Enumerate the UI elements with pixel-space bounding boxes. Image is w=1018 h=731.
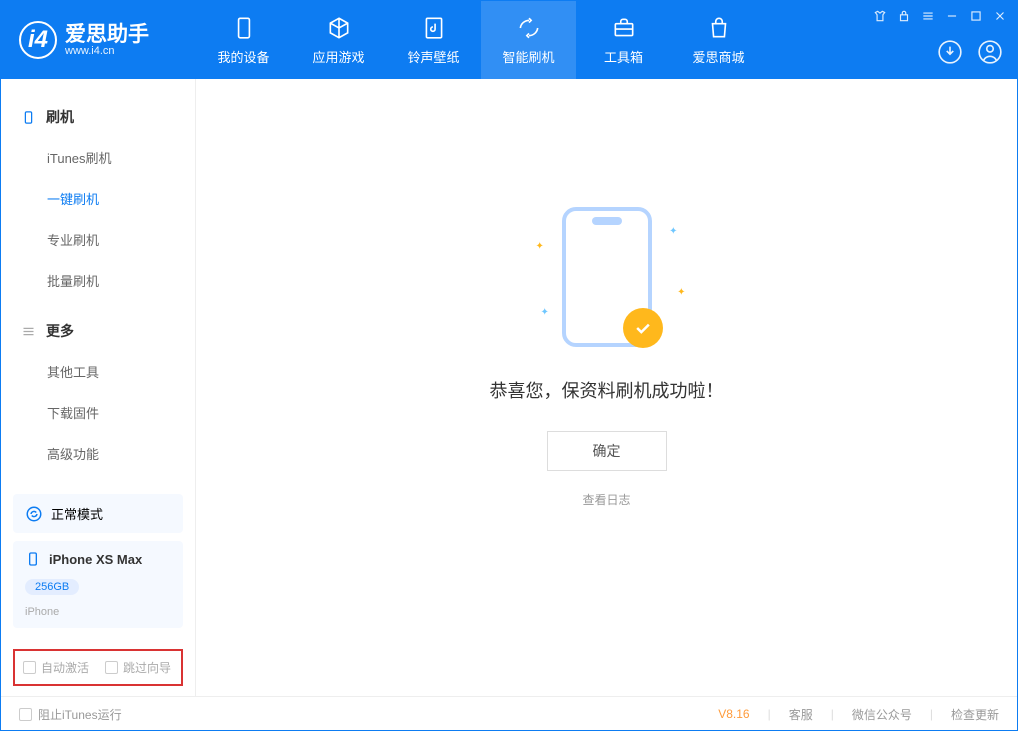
success-check-icon <box>623 308 663 348</box>
phone-small-icon <box>25 551 41 567</box>
success-message: 恭喜您，保资料刷机成功啦！ <box>490 377 724 403</box>
sidebar-item-advanced[interactable]: 高级功能 <box>21 433 175 474</box>
sparkle-icon: ✦ <box>677 287 685 298</box>
menu-icon[interactable] <box>921 9 935 23</box>
tab-store[interactable]: 爱思商城 <box>671 1 766 79</box>
nav-tabs: 我的设备 应用游戏 铃声壁纸 智能刷机 工具箱 爱思商城 <box>196 1 766 79</box>
app-name: 爱思助手 <box>65 24 149 45</box>
toolbox-icon <box>611 15 637 41</box>
device-card[interactable]: iPhone XS Max 256GB iPhone <box>13 541 183 628</box>
version-label: V8.16 <box>718 707 749 721</box>
checkbox-icon <box>23 661 36 674</box>
shirt-icon[interactable] <box>873 9 887 23</box>
checkbox-icon <box>105 661 118 674</box>
mode-card[interactable]: 正常模式 <box>13 494 183 533</box>
tab-flash[interactable]: 智能刷机 <box>481 1 576 79</box>
sparkle-icon: ✦ <box>536 241 544 252</box>
list-icon <box>21 324 36 339</box>
window-controls <box>873 9 1007 23</box>
logo-icon: i4 <box>19 21 57 59</box>
main-content: ✦ ✦ ✦ ✦ 恭喜您，保资料刷机成功啦！ 确定 查看日志 <box>196 79 1017 696</box>
highlighted-checkboxes: 自动激活 跳过向导 <box>13 649 183 686</box>
sparkle-icon: ✦ <box>669 226 677 237</box>
tab-apps[interactable]: 应用游戏 <box>291 1 386 79</box>
logo: i4 爱思助手 www.i4.cn <box>1 21 196 59</box>
sidebar-item-itunes[interactable]: iTunes刷机 <box>21 137 175 178</box>
music-icon <box>421 15 447 41</box>
sidebar-item-firmware[interactable]: 下载固件 <box>21 392 175 433</box>
maximize-icon[interactable] <box>969 9 983 23</box>
tab-toolbox[interactable]: 工具箱 <box>576 1 671 79</box>
refresh-circle-icon <box>25 505 43 523</box>
sparkle-icon: ✦ <box>541 307 549 318</box>
checkbox-skip-guide[interactable]: 跳过向导 <box>105 659 171 676</box>
header-actions <box>937 39 1003 65</box>
tab-ringtones[interactable]: 铃声壁纸 <box>386 1 481 79</box>
phone-icon <box>231 15 257 41</box>
device-type: iPhone <box>25 606 59 618</box>
phone-illustration: ✦ ✦ ✦ ✦ <box>562 207 652 347</box>
sidebar-group-flash: 刷机 <box>21 97 175 137</box>
cube-icon <box>326 15 352 41</box>
storage-badge: 256GB <box>25 579 79 595</box>
app-header: i4 爱思助手 www.i4.cn 我的设备 应用游戏 铃声壁纸 智能刷机 工具… <box>1 1 1017 79</box>
sidebar: 刷机 iTunes刷机 一键刷机 专业刷机 批量刷机 更多 其他工具 下载固件 … <box>1 79 196 696</box>
sidebar-group-more: 更多 <box>21 311 175 351</box>
app-url: www.i4.cn <box>65 45 149 57</box>
status-bar: 阻止iTunes运行 V8.16 | 客服 | 微信公众号 | 检查更新 <box>1 696 1017 731</box>
ok-button[interactable]: 确定 <box>547 431 667 471</box>
refresh-icon <box>516 15 542 41</box>
checkbox-icon[interactable] <box>19 708 32 721</box>
checkbox-auto-activate[interactable]: 自动激活 <box>23 659 89 676</box>
sidebar-item-pro[interactable]: 专业刷机 <box>21 219 175 260</box>
wechat-link[interactable]: 微信公众号 <box>852 706 912 723</box>
sidebar-item-batch[interactable]: 批量刷机 <box>21 260 175 301</box>
lock-icon[interactable] <box>897 9 911 23</box>
sidebar-item-other[interactable]: 其他工具 <box>21 351 175 392</box>
user-icon[interactable] <box>977 39 1003 65</box>
view-log-link[interactable]: 查看日志 <box>582 491 630 508</box>
update-link[interactable]: 检查更新 <box>951 706 999 723</box>
minimize-icon[interactable] <box>945 9 959 23</box>
bag-icon <box>706 15 732 41</box>
download-icon[interactable] <box>937 39 963 65</box>
support-link[interactable]: 客服 <box>789 706 813 723</box>
tab-my-device[interactable]: 我的设备 <box>196 1 291 79</box>
block-itunes-label[interactable]: 阻止iTunes运行 <box>38 706 122 723</box>
sidebar-item-oneclick[interactable]: 一键刷机 <box>21 178 175 219</box>
close-icon[interactable] <box>993 9 1007 23</box>
device-icon <box>21 110 36 125</box>
